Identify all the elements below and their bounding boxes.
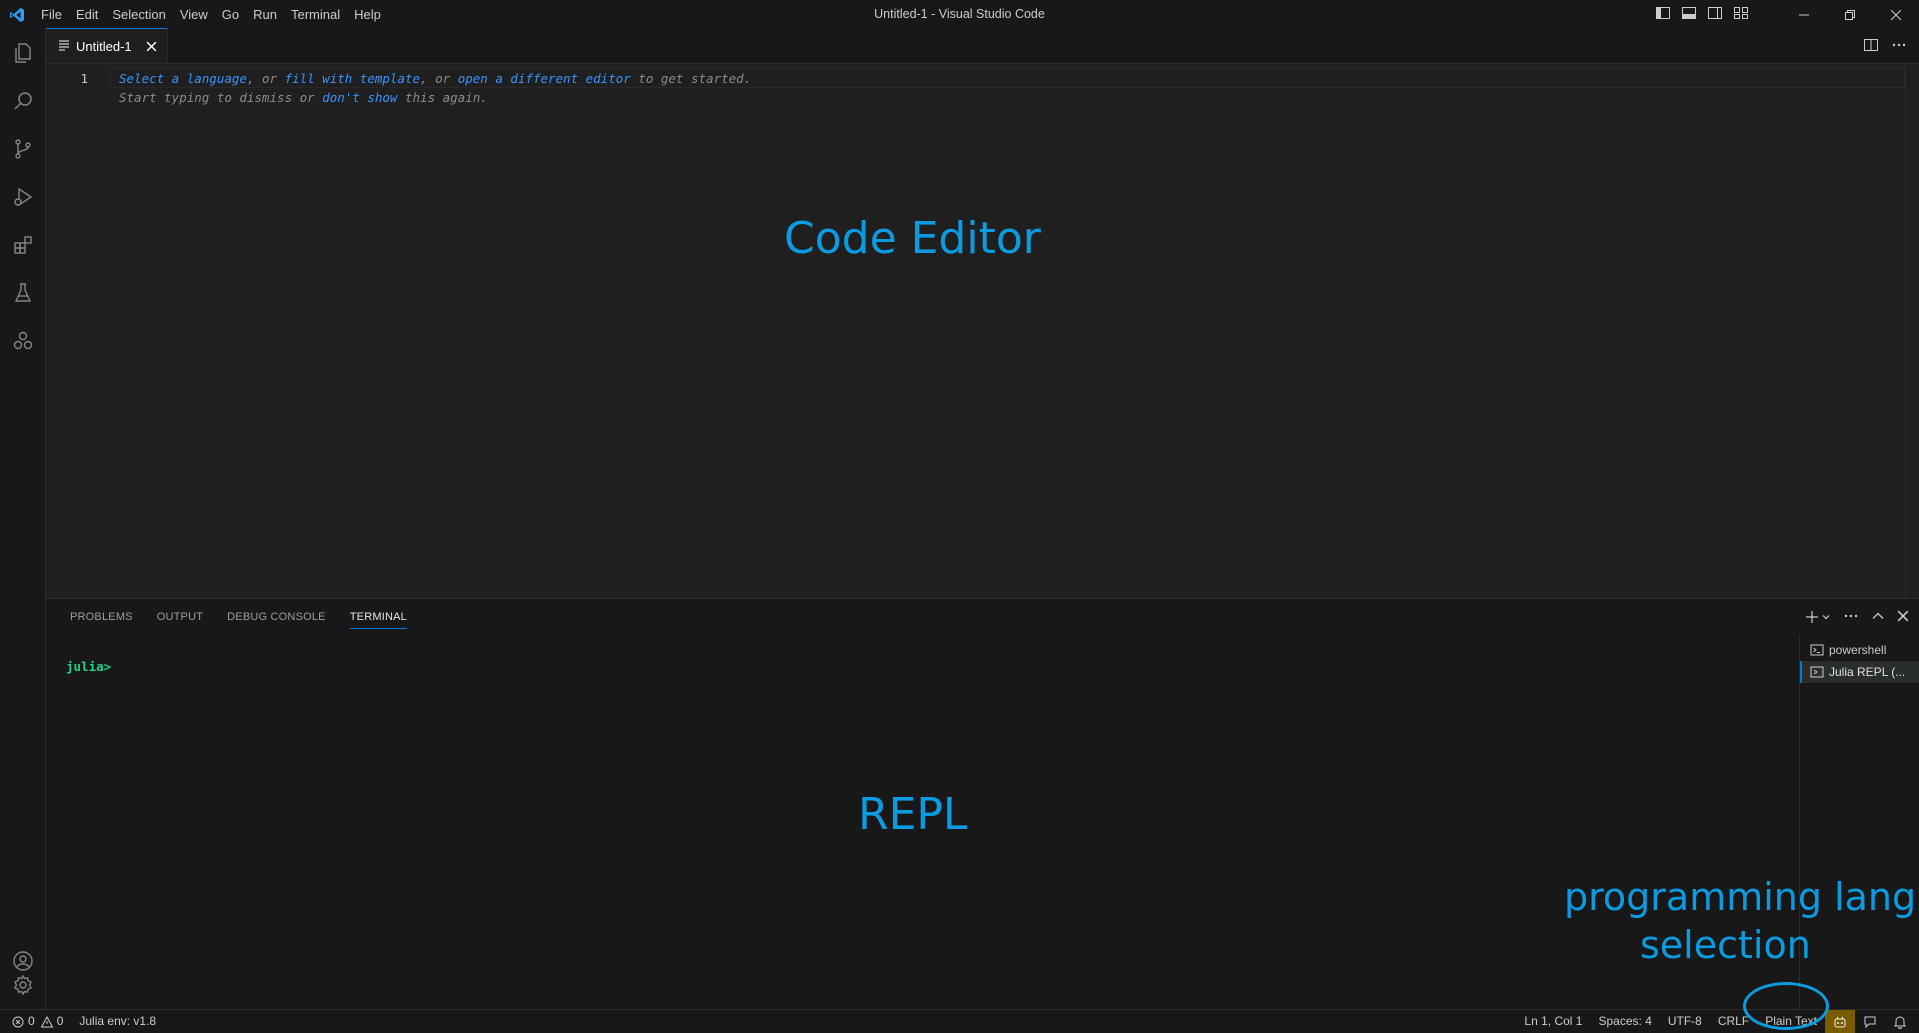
- extensions-icon[interactable]: [0, 221, 46, 269]
- open-different-editor-link[interactable]: open a different editor: [458, 71, 631, 86]
- editor-group: Untitled-1 1 Select a language, or fill …: [46, 28, 1919, 598]
- toggle-panel-icon[interactable]: [1681, 5, 1697, 24]
- julia-env-status[interactable]: Julia env: v1.8: [71, 1010, 164, 1033]
- settings-gear-icon[interactable]: [0, 961, 46, 1009]
- activity-bar: [0, 29, 46, 1009]
- language-selection-annotation-line2: selection: [1640, 923, 1811, 967]
- tab-label: Untitled-1: [76, 38, 132, 54]
- menu-bar: File Edit Selection View Go Run Terminal…: [34, 0, 388, 29]
- menu-edit[interactable]: Edit: [69, 4, 105, 26]
- vscode-logo-icon: [0, 0, 34, 29]
- close-window-button[interactable]: [1873, 0, 1919, 29]
- error-count: 0: [28, 1014, 35, 1028]
- status-bar-right: Ln 1, Col 1 Spaces: 4 UTF-8 CRLF Plain T…: [1516, 1010, 1919, 1033]
- plain-text-file-icon: [58, 39, 70, 54]
- indentation-status[interactable]: Spaces: 4: [1590, 1010, 1659, 1033]
- menu-view[interactable]: View: [173, 4, 215, 26]
- status-bar: 0 0 Julia env: v1.8 Ln 1, Col 1 Spaces: …: [0, 1009, 1919, 1033]
- toggle-secondary-sidebar-icon[interactable]: [1707, 5, 1723, 24]
- tab-terminal[interactable]: TERMINAL: [338, 599, 419, 635]
- fill-template-link[interactable]: fill with template: [285, 71, 420, 86]
- warning-icon: [40, 1015, 53, 1028]
- hint-text: , or: [246, 71, 285, 86]
- run-debug-icon[interactable]: [0, 173, 46, 221]
- split-editor-icon[interactable]: [1863, 37, 1879, 56]
- terminal-output[interactable]: julia>: [66, 659, 111, 674]
- editor-hint-line-2: Start typing to dismiss or don't show th…: [119, 90, 488, 105]
- copilot-icon[interactable]: [1825, 1010, 1855, 1033]
- explorer-icon[interactable]: [0, 29, 46, 77]
- hint-text: this again.: [397, 90, 488, 105]
- terminal-list: powershell Julia REPL (...: [1799, 635, 1919, 1010]
- panel-tabs: PROBLEMS OUTPUT DEBUG CONSOLE TERMINAL: [46, 599, 419, 635]
- notifications-bell-icon[interactable]: [1885, 1010, 1919, 1033]
- julia-prompt: julia>: [66, 659, 112, 674]
- dont-show-link[interactable]: don't show: [322, 90, 397, 105]
- repl-annotation: REPL: [858, 789, 968, 840]
- panel-actions: [1805, 599, 1909, 635]
- close-panel-icon[interactable]: [1897, 610, 1909, 625]
- language-mode-status[interactable]: Plain Text: [1757, 1010, 1825, 1033]
- code-editor-annotation: Code Editor: [784, 213, 1041, 264]
- cursor-position[interactable]: Ln 1, Col 1: [1516, 1010, 1590, 1033]
- encoding-status[interactable]: UTF-8: [1660, 1010, 1710, 1033]
- menu-help[interactable]: Help: [347, 4, 388, 26]
- testing-icon[interactable]: [0, 269, 46, 317]
- menu-terminal[interactable]: Terminal: [284, 4, 347, 26]
- menu-selection[interactable]: Selection: [105, 4, 172, 26]
- customize-layout-icon[interactable]: [1733, 5, 1749, 24]
- select-language-link[interactable]: Select a language: [119, 71, 247, 86]
- terminal-name: Julia REPL (...: [1829, 665, 1906, 679]
- julia-icon[interactable]: [0, 317, 46, 365]
- problems-status[interactable]: 0 0: [0, 1010, 71, 1033]
- window-controls: [1781, 0, 1919, 29]
- terminal-powershell-icon: [1810, 643, 1824, 657]
- menu-run[interactable]: Run: [246, 4, 284, 26]
- source-control-icon[interactable]: [0, 125, 46, 173]
- code-editor[interactable]: 1 Select a language, or fill with templa…: [46, 64, 1919, 598]
- terminal-name: powershell: [1829, 643, 1887, 657]
- close-tab-icon[interactable]: [146, 41, 157, 52]
- bottom-panel: PROBLEMS OUTPUT DEBUG CONSOLE TERMINAL j…: [46, 598, 1919, 1010]
- hint-text: Start typing to dismiss or: [119, 90, 323, 105]
- terminal-item-powershell[interactable]: powershell: [1800, 639, 1919, 661]
- terminal-julia-icon: [1810, 665, 1824, 679]
- editor-tab-bar: Untitled-1: [46, 28, 1919, 64]
- warning-count: 0: [56, 1014, 64, 1028]
- hint-text: to get started.: [630, 71, 752, 86]
- hint-text: , or: [420, 71, 458, 86]
- search-icon[interactable]: [0, 77, 46, 125]
- toggle-primary-sidebar-icon[interactable]: [1655, 5, 1671, 24]
- tab-problems[interactable]: PROBLEMS: [58, 599, 145, 635]
- tab-debug-console[interactable]: DEBUG CONSOLE: [215, 599, 338, 635]
- title-bar: File Edit Selection View Go Run Terminal…: [0, 0, 1919, 29]
- eol-status[interactable]: CRLF: [1710, 1010, 1757, 1033]
- error-icon: [12, 1016, 24, 1028]
- panel-more-icon[interactable]: [1843, 608, 1859, 627]
- menu-go[interactable]: Go: [215, 4, 246, 26]
- maximize-panel-icon[interactable]: [1871, 609, 1885, 626]
- feedback-icon[interactable]: [1855, 1010, 1885, 1033]
- editor-scrollbar[interactable]: [1905, 64, 1919, 598]
- minimize-button[interactable]: [1781, 0, 1827, 29]
- tab-output[interactable]: OUTPUT: [145, 599, 215, 635]
- restore-button[interactable]: [1827, 0, 1873, 29]
- editor-actions: [1863, 29, 1907, 64]
- tab-untitled-1[interactable]: Untitled-1: [46, 28, 168, 63]
- editor-hint-line-1: Select a language, or fill with template…: [119, 71, 751, 86]
- more-actions-icon[interactable]: [1891, 37, 1907, 56]
- language-selection-annotation-line1: programming language: [1564, 875, 1919, 919]
- line-number: 1: [80, 71, 88, 86]
- terminal-item-julia-repl[interactable]: Julia REPL (...: [1800, 661, 1919, 683]
- menu-file[interactable]: File: [34, 4, 69, 26]
- layout-controls: [1655, 0, 1749, 29]
- new-terminal-icon[interactable]: [1805, 610, 1831, 624]
